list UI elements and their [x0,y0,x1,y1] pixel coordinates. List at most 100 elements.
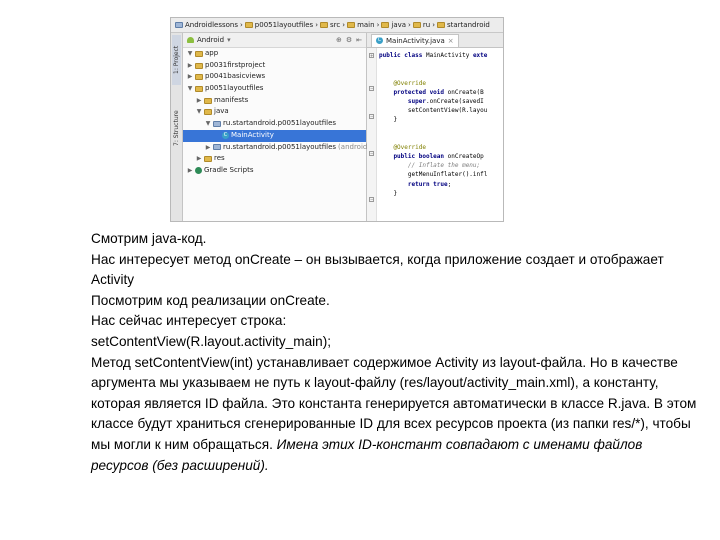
code-token: @Override [379,143,426,151]
code-line: return true; [379,180,503,189]
description-text-run: Смотрим java-код. [91,231,207,246]
description-line: Посмотрим код реализации onCreate. [91,291,701,312]
expanded-arrow-icon[interactable]: ▼ [187,48,193,60]
breadcrumb-label: main [357,21,375,29]
folder-icon [204,156,212,163]
tree-item[interactable]: ▼ p0051layoutfiles [183,83,366,95]
collapsed-arrow-icon[interactable]: ▶ [205,142,211,154]
description-line: Нас сейчас интересует строка: [91,311,701,332]
tree-item[interactable]: ▼ ru.startandroid.p0051layoutfiles [183,118,366,130]
code-token: public boolean [379,153,448,161]
code-editor[interactable]: C MainActivity.java × + − − − − public c… [367,33,503,221]
editor-gutter: + − − − − [367,48,377,221]
tree-item-label: manifests [214,95,249,104]
tree-item[interactable]: ▶ p0031firstproject [183,60,366,72]
project-tree: ▼ app ▶ p0031firstproject ▶ p0041basicviews ▼ p… [183,48,384,177]
android-icon [187,37,194,43]
breadcrumb-separator-icon: › [342,21,346,29]
code-line: setContentView(R.layou [379,106,503,115]
code-token: ; [447,180,452,188]
code-token: onCreate(B [447,88,484,96]
collapsed-arrow-icon[interactable]: ▶ [187,60,193,72]
project-view-selector[interactable]: Android ▾ ⊕ ⚙ ⇤ [183,33,366,48]
code-line: } [379,115,503,124]
fold-icon[interactable]: − [369,151,374,156]
collapsed-arrow-icon[interactable]: ▶ [196,153,202,165]
tree-item-label: java [214,107,229,116]
expanded-arrow-icon[interactable]: ▼ [205,118,211,130]
tool-window-bar: 1: Project 7: Structure [171,33,183,221]
folder-icon [204,109,212,116]
structure-tool-tab[interactable]: 7: Structure [172,99,181,157]
code-token: MainActivity [425,52,473,59]
breadcrumb-label: Androidlessons [185,21,238,29]
folder-icon [244,22,253,28]
tree-item-label: ru.startandroid.p0051layoutfiles [223,142,337,151]
breadcrumb-item[interactable]: src [320,21,340,29]
description-line: Смотрим java-код. [91,229,701,250]
project-pane: Android ▾ ⊕ ⚙ ⇤ ▼ app ▶ p0031firstproject ▶ p… [183,33,384,221]
tree-item[interactable]: ▶ Gradle Scripts [183,165,366,177]
tree-item[interactable]: C MainActivity [183,129,366,142]
breadcrumb-label: java [391,21,407,29]
breadcrumb-item[interactable]: p0051layoutfiles [244,21,313,29]
ide-window: Androidlessons › p0051layoutfiles › src › main… [170,17,504,222]
code-token: exte [472,52,488,59]
sync-icon[interactable]: ⊕ [336,36,342,44]
breadcrumb: Androidlessons › p0051layoutfiles › src › main… [171,18,503,33]
close-icon[interactable]: × [448,37,454,45]
breadcrumb-item[interactable]: java [381,21,406,29]
tree-item[interactable]: ▶ manifests [183,95,366,107]
code-token: getMenuInflater().infl [379,171,488,179]
description-text-run: Нас интересует метод onCreate – он вызыв… [91,251,664,288]
expanded-arrow-icon[interactable]: ▼ [187,83,193,95]
breadcrumb-label: startandroid [447,21,490,29]
project-tool-tab[interactable]: 1: Project [172,35,181,85]
hide-icon[interactable]: ⇤ [356,36,362,44]
folder-icon [347,22,356,28]
breadcrumb-item[interactable]: ru [412,21,430,29]
folder-icon [195,50,203,57]
collapsed-arrow-icon[interactable]: ▶ [196,95,202,107]
editor-tab-label: MainActivity.java [386,36,445,45]
code-token: } [379,189,398,197]
breadcrumb-item[interactable]: main [347,21,375,29]
description-line: Метод setContentView(int) устанавливает … [91,353,701,477]
folder-icon [175,22,183,28]
tree-item[interactable]: ▶ ru.startandroid.p0051layoutfiles (andro… [183,142,384,154]
code-token: @Override [379,79,426,87]
fold-icon[interactable]: + [369,53,374,58]
expanded-arrow-icon[interactable]: ▼ [196,106,202,118]
package-icon [213,120,221,127]
tree-item[interactable]: ▶ p0041basicviews [183,71,366,83]
breadcrumb-item[interactable]: startandroid [437,21,490,29]
folder-icon [412,22,421,28]
collapsed-arrow-icon[interactable]: ▶ [187,165,193,177]
tree-item-label: ru.startandroid.p0051layoutfiles [223,119,337,128]
breadcrumb-separator-icon: › [239,21,243,29]
settings-icon[interactable]: ⚙ [346,36,352,44]
folder-icon [437,22,445,28]
tree-item[interactable]: ▶ res [183,153,366,165]
collapsed-arrow-icon[interactable]: ▶ [187,71,193,83]
code-token: // Inflate the menu; [379,162,481,170]
code-line: super.onCreate(savedI [379,97,503,106]
breadcrumb-separator-icon: › [315,21,319,29]
fold-icon[interactable]: − [369,114,374,119]
breadcrumb-separator-icon: › [376,21,380,29]
breadcrumb-item[interactable]: Androidlessons [175,21,238,29]
project-view-label: Android [197,36,225,44]
code-line: @Override [379,143,503,152]
tree-item[interactable]: ▼ app [183,48,366,60]
code-line: protected void onCreate(B [379,88,503,97]
editor-tab-mainactivity[interactable]: C MainActivity.java × [371,33,459,47]
description-text-run: setContentView(R.layout.activity_main); [91,333,332,349]
dropdown-icon[interactable]: ▾ [227,36,231,44]
code-area: public class MainActivity exte @Override… [379,51,503,198]
code-token: return true [379,180,448,188]
fold-icon[interactable]: − [369,86,374,91]
tree-item[interactable]: ▼ java [183,106,366,118]
fold-icon[interactable]: − [369,197,374,202]
